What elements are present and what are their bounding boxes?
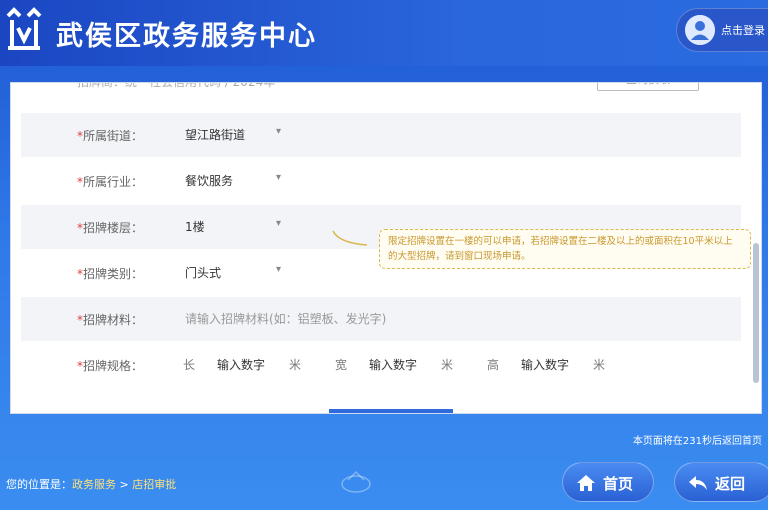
breadcrumb-gov-service[interactable]: 政务服务 bbox=[72, 478, 116, 491]
form-panel: 招牌商：统一社会信用代码 / 2024年 查询获取 *所属街道： 望江路街道 ▾… bbox=[10, 82, 762, 414]
height-unit: 米 bbox=[593, 358, 606, 372]
form-row-dimensions: *招牌规格： 长 输入数字 米 宽 输入数字 米 高 输入数字 米 bbox=[21, 343, 741, 387]
height-label: 高 bbox=[487, 358, 500, 372]
home-button[interactable]: 首页 bbox=[562, 462, 654, 502]
field-label: *所属行业： bbox=[77, 175, 144, 189]
app-header: 武侯区政务服务中心 点击登录 bbox=[0, 0, 768, 66]
chevron-down-icon[interactable]: ▾ bbox=[276, 218, 281, 229]
width-unit: 米 bbox=[441, 358, 454, 372]
login-label: 点击登录 bbox=[721, 24, 765, 37]
form-row-industry: *所属行业： 餐饮服务 ▾ bbox=[21, 159, 741, 203]
home-label: 首页 bbox=[603, 475, 634, 493]
form-row-street: *所属街道： 望江路街道 ▾ bbox=[21, 113, 741, 157]
material-input[interactable]: 请输入招牌材料(如：铝塑板、发光字) bbox=[185, 310, 386, 327]
partial-row-text: 招牌商：统一社会信用代码 / 2024年 bbox=[77, 82, 276, 89]
breadcrumb-prefix: 您的位置是： bbox=[6, 478, 72, 491]
user-avatar-icon bbox=[685, 15, 715, 45]
form-row-material: *招牌材料： 请输入招牌材料(如：铝塑板、发光字) bbox=[21, 297, 741, 341]
tooltip-pointer-icon bbox=[332, 230, 368, 246]
category-select[interactable]: 门头式 bbox=[185, 264, 221, 281]
length-input[interactable]: 输入数字 bbox=[217, 356, 265, 373]
field-label: *招牌楼层： bbox=[77, 221, 144, 235]
field-label: *招牌规格： bbox=[77, 359, 144, 373]
login-button[interactable]: 点击登录 bbox=[676, 8, 768, 52]
field-label: *招牌类别： bbox=[77, 267, 144, 281]
panel-bottom-indicator bbox=[329, 409, 453, 413]
breadcrumb: 您的位置是：政务服务 > 店招审批 bbox=[6, 476, 176, 492]
emblem-icon bbox=[341, 470, 371, 493]
length-unit: 米 bbox=[289, 358, 302, 372]
floor-select[interactable]: 1楼 bbox=[185, 218, 205, 235]
breadcrumb-separator: > bbox=[116, 478, 133, 491]
chevron-down-icon[interactable]: ▾ bbox=[276, 126, 281, 137]
width-input[interactable]: 输入数字 bbox=[369, 356, 417, 373]
wuhou-logo-icon bbox=[6, 7, 42, 50]
field-label: *招牌材料： bbox=[77, 313, 144, 327]
chevron-down-icon[interactable]: ▾ bbox=[276, 172, 281, 183]
breadcrumb-sign-approval[interactable]: 店招审批 bbox=[132, 478, 176, 491]
street-select[interactable]: 望江路街道 bbox=[185, 126, 245, 143]
floor-tooltip: 限定招牌设置在一楼的可以申请，若招牌设置在二楼及以上的或面积在10平米以上的大型… bbox=[379, 229, 751, 269]
partial-row: 招牌商：统一社会信用代码 / 2024年 查询获取 bbox=[21, 82, 741, 97]
width-label: 宽 bbox=[335, 358, 348, 372]
countdown-text: 本页面将在231秒后返回首页 bbox=[632, 436, 762, 447]
home-icon bbox=[577, 475, 595, 491]
field-label: *所属街道： bbox=[77, 129, 144, 143]
length-label: 长 bbox=[183, 358, 196, 372]
back-button[interactable]: 返回 bbox=[674, 462, 768, 502]
height-input[interactable]: 输入数字 bbox=[521, 356, 569, 373]
chevron-down-icon[interactable]: ▾ bbox=[276, 264, 281, 275]
app-title: 武侯区政务服务中心 bbox=[56, 21, 317, 52]
industry-select[interactable]: 餐饮服务 bbox=[185, 172, 233, 189]
back-label: 返回 bbox=[715, 475, 746, 493]
back-arrow-icon bbox=[689, 476, 707, 490]
form-scrollbar[interactable] bbox=[753, 243, 759, 383]
query-button[interactable]: 查询获取 bbox=[597, 83, 699, 91]
